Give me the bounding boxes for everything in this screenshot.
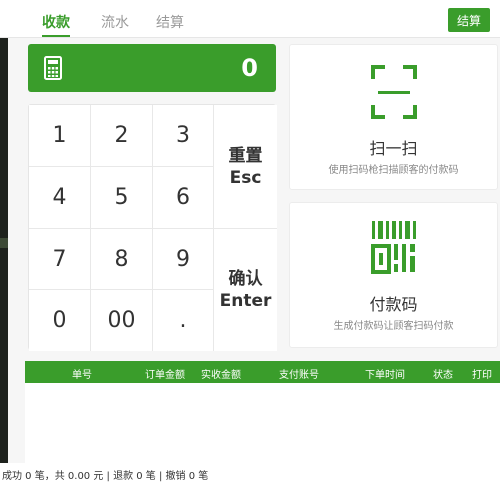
left-sidebar-strip [0,38,8,500]
confirm-key-shortcut: Enter [219,291,272,311]
scan-frame-icon [371,65,417,119]
column-received-amount: 实收金额 [201,370,241,381]
code-card-subtitle: 生成付款码让顾客扫码付款 [333,321,454,332]
scan-card-subtitle: 使用扫码枪扫描顾客的付款码 [328,165,459,176]
scan-card-title: 扫一扫 [369,139,418,158]
column-order-time: 下单时间 [365,370,405,381]
transactions-table-body [25,383,500,463]
key-1[interactable]: 1 [29,105,91,167]
top-bar: 收款 流水 结算 结算 [0,0,500,38]
key-3[interactable]: 3 [153,105,214,167]
key-2[interactable]: 2 [91,105,153,167]
tab-settlement[interactable]: 结算 [156,12,184,32]
summary-bar: 成功 0 笔，共 0.00 元 | 退款 0 笔 | 撤销 0 笔 [0,463,500,500]
key-6[interactable]: 6 [153,167,214,229]
numeric-keypad: 1 2 3 重置 Esc 4 5 6 7 8 9 确认 Enter 0 00 . [28,104,277,351]
barcode-icon [371,221,416,274]
key-0[interactable]: 0 [29,290,91,351]
column-order-amount: 订单金额 [145,370,185,381]
settle-button[interactable]: 结算 [448,8,490,32]
column-pay-account: 支付账号 [279,370,319,381]
confirm-key[interactable]: 确认 Enter [214,229,277,351]
sidebar-marker [0,238,8,248]
key-dot[interactable]: . [153,290,214,351]
reset-key-label: 重置 [228,145,263,166]
key-8[interactable]: 8 [91,229,153,290]
transactions-table-header: 单号 订单金额 实收金额 支付账号 下单时间 状态 打印 [25,361,500,383]
column-print: 打印 [472,370,492,381]
summary-text: 成功 0 笔，共 0.00 元 | 退款 0 笔 | 撤销 0 笔 [2,471,209,482]
reset-key[interactable]: 重置 Esc [214,105,277,229]
key-00[interactable]: 00 [91,290,153,351]
scan-pay-card[interactable]: 扫一扫 使用扫码枪扫描顾客的付款码 [289,44,498,190]
tab-transactions[interactable]: 流水 [101,12,129,32]
key-7[interactable]: 7 [29,229,91,290]
amount-display: 0 [28,44,276,92]
code-card-title: 付款码 [369,295,418,314]
key-9[interactable]: 9 [153,229,214,290]
tab-collect[interactable]: 收款 [42,12,70,37]
payment-code-card[interactable]: 付款码 生成付款码让顾客扫码付款 [289,202,498,348]
calculator-icon [44,56,62,80]
reset-key-shortcut: Esc [229,167,262,188]
column-order-no: 单号 [72,370,92,381]
key-4[interactable]: 4 [29,167,91,229]
confirm-key-label: 确认 [228,269,263,289]
key-5[interactable]: 5 [91,167,153,229]
amount-value: 0 [241,54,258,82]
cashier-page: 收款 流水 结算 结算 0 1 2 3 重置 Esc 4 5 6 7 8 9 确… [0,0,500,500]
column-status: 状态 [433,370,453,381]
